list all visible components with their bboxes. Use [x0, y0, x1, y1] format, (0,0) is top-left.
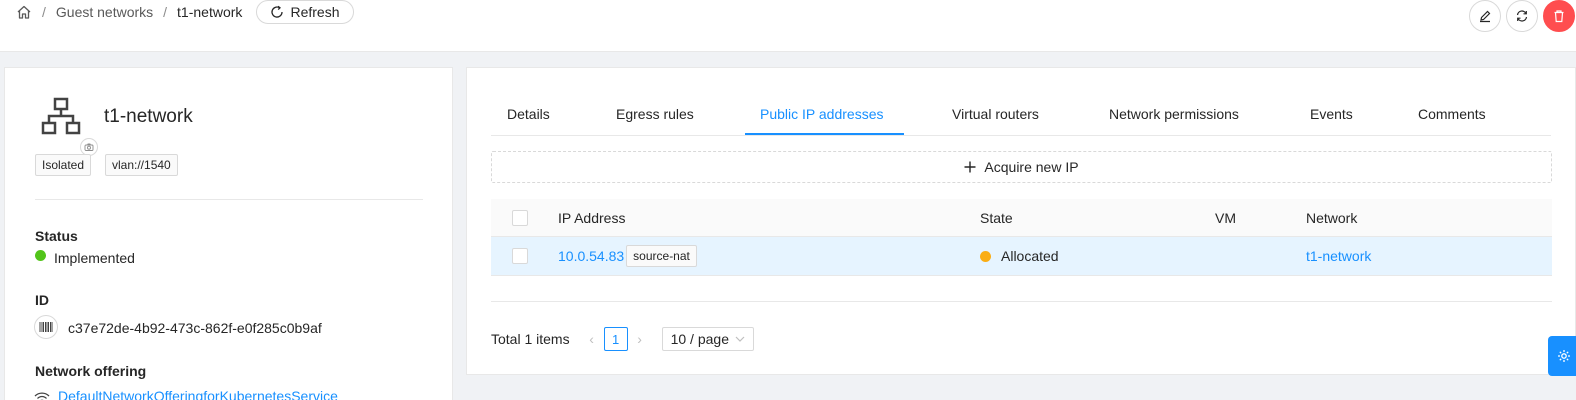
row-checkbox[interactable]: [512, 248, 528, 264]
breadcrumb-separator: /: [42, 4, 46, 20]
next-page-button[interactable]: ›: [628, 331, 652, 347]
select-all-checkbox[interactable]: [512, 209, 528, 226]
network-offering-link[interactable]: DefaultNetworkOfferingforKubernetesServi…: [58, 388, 338, 400]
divider: [35, 199, 423, 200]
network-icon: [41, 97, 81, 140]
state-value: Allocated: [1001, 248, 1059, 264]
ip-address-link[interactable]: 10.0.54.83: [558, 248, 624, 264]
page-size-select[interactable]: 10 / page: [661, 327, 754, 351]
status-value: Implemented: [54, 250, 135, 266]
edit-button[interactable]: [1469, 0, 1501, 32]
row-select-cell: [512, 237, 528, 275]
total-items: Total 1 items: [491, 331, 570, 347]
tabs-card: Details Egress rules Public IP addresses…: [466, 67, 1576, 375]
barcode-icon[interactable]: [34, 315, 58, 339]
restart-button[interactable]: [1506, 0, 1538, 32]
status-indicator: [35, 250, 46, 261]
top-bar: / Guest networks / t1-network Refresh: [0, 0, 1576, 52]
delete-button[interactable]: [1543, 0, 1575, 32]
tab-virtual-routers[interactable]: Virtual routers: [952, 106, 1039, 136]
breadcrumb-separator: /: [163, 4, 168, 20]
tab-public-ip-addresses[interactable]: Public IP addresses: [760, 106, 883, 136]
acquire-label: Acquire new IP: [984, 159, 1079, 175]
tab-comments[interactable]: Comments: [1418, 106, 1486, 136]
state-indicator: [980, 250, 991, 262]
tab-bar: Details Egress rules Public IP addresses…: [491, 106, 1551, 136]
vlan-tag: vlan://1540: [105, 154, 178, 176]
status-label: Status: [35, 228, 78, 244]
edit-icon: [1478, 9, 1492, 23]
state-cell: Allocated: [980, 237, 1059, 275]
network-link[interactable]: t1-network: [1306, 237, 1371, 275]
tab-network-permissions[interactable]: Network permissions: [1109, 106, 1239, 136]
resource-info-card: t1-network Isolated vlan://1540 Status I…: [4, 67, 453, 400]
refresh-button[interactable]: Refresh: [256, 0, 354, 24]
column-network: Network: [1306, 209, 1358, 226]
table-row: 10.0.54.83 source-nat Allocated t1-netwo…: [491, 237, 1552, 276]
column-vm: VM: [1215, 209, 1236, 226]
network-offering-label: Network offering: [35, 363, 147, 379]
chevron-down-icon: [735, 336, 745, 342]
id-label: ID: [35, 292, 49, 308]
network-name: t1-network: [104, 106, 193, 127]
tab-details[interactable]: Details: [507, 106, 550, 136]
delete-icon: [1552, 9, 1566, 23]
pagination: Total 1 items ‹ 1 › 10 / page: [491, 327, 754, 351]
wifi-icon: [34, 389, 50, 400]
acquire-new-ip-button[interactable]: Acquire new IP: [491, 151, 1552, 183]
tab-events[interactable]: Events: [1310, 106, 1353, 136]
ip-table: IP Address State VM Network 10.0.54.83 s…: [491, 199, 1552, 276]
type-tag: Isolated: [35, 154, 92, 176]
id-value: c37e72de-4b92-473c-862f-e0f285c0b9af: [68, 320, 322, 336]
column-ip-address: IP Address: [558, 209, 626, 226]
table-divider: [491, 301, 1552, 302]
gear-icon: [1557, 349, 1571, 363]
page-size-value: 10 / page: [670, 331, 729, 347]
active-tab-indicator: [745, 133, 904, 135]
page-number-button[interactable]: 1: [603, 327, 628, 351]
table-header: IP Address State VM Network: [491, 199, 1552, 237]
refresh-label: Refresh: [290, 4, 340, 20]
home-icon[interactable]: [16, 4, 32, 20]
sync-icon: [1515, 9, 1529, 23]
reload-icon: [270, 5, 284, 19]
column-state: State: [980, 209, 1013, 226]
breadcrumb: / Guest networks / t1-network: [16, 3, 242, 21]
breadcrumb-guest-networks[interactable]: Guest networks: [56, 4, 153, 20]
tab-egress-rules[interactable]: Egress rules: [616, 106, 694, 136]
settings-float-button[interactable]: [1548, 336, 1576, 376]
plus-icon: [964, 161, 976, 173]
source-nat-tag: source-nat: [626, 245, 697, 267]
prev-page-button[interactable]: ‹: [580, 331, 604, 347]
breadcrumb-current: t1-network: [177, 4, 243, 20]
ip-cell: 10.0.54.83 source-nat: [558, 237, 697, 275]
select-all-cell: [512, 199, 528, 236]
